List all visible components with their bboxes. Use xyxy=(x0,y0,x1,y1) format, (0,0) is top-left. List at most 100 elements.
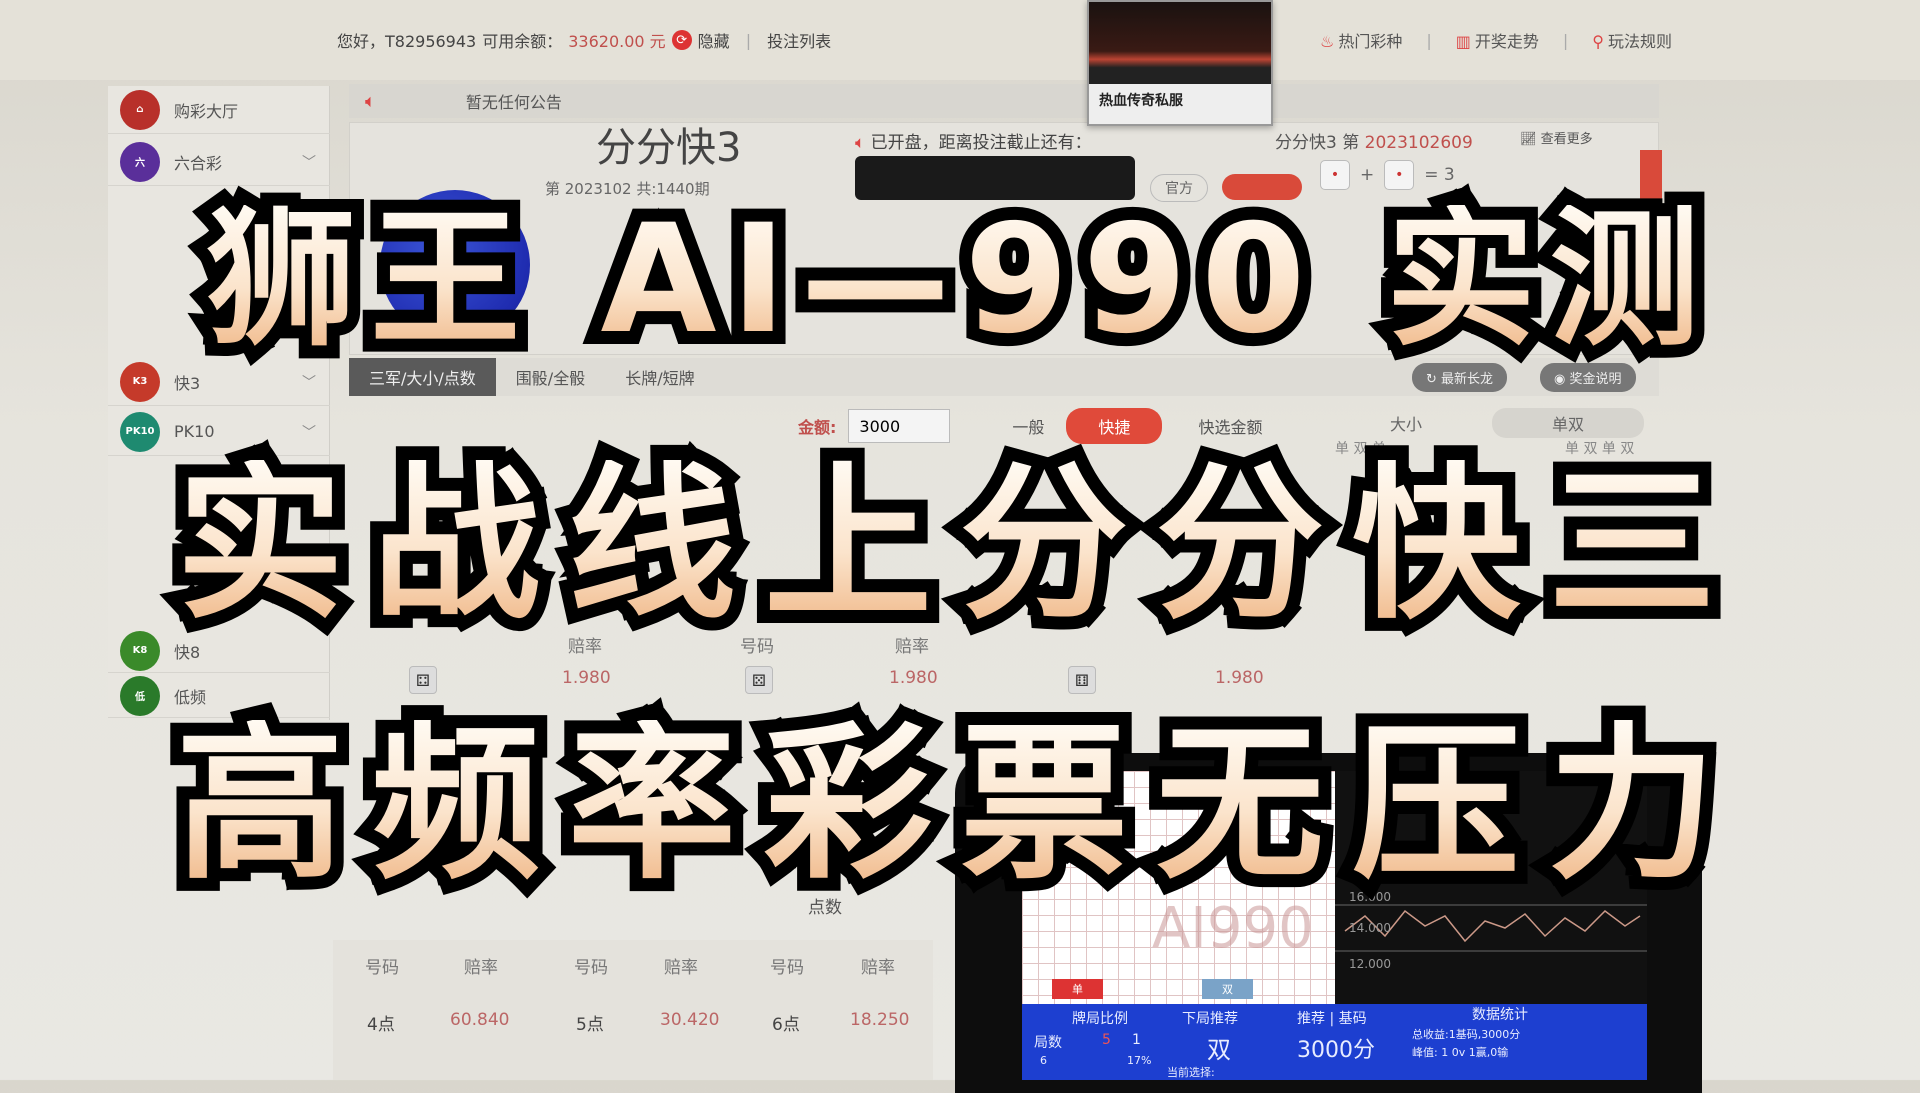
greeting: 您好，T82956943 xyxy=(337,32,477,51)
divider: | xyxy=(1426,30,1432,50)
point-label[interactable]: 4点 xyxy=(367,1010,395,1035)
sidebar-item-label: 快3 xyxy=(174,373,201,393)
normal-mode[interactable]: 一般 xyxy=(1012,414,1044,438)
odds-value[interactable]: 1.980 xyxy=(1215,668,1264,688)
kuai8-icon: K8 xyxy=(120,630,160,671)
speaker-icon: 🔈︎ xyxy=(365,90,376,112)
refresh-icon[interactable]: ⟳ xyxy=(671,30,692,50)
title-text: 狮王 AI—990 实测 xyxy=(206,193,1714,367)
nav-label: 开奖走势 xyxy=(1474,32,1539,51)
current-choice: 当前选择: xyxy=(1167,1066,1215,1079)
sidebar-item-label: PK10 xyxy=(174,422,215,441)
lottery-icon: 六 xyxy=(120,141,160,182)
rec-value: 3000分 xyxy=(1297,1038,1375,1063)
balance-value: 33620.00 元 xyxy=(568,32,666,51)
amount-label: 金额: xyxy=(798,418,837,437)
sidebar-item-mark-six[interactable]: 六六合彩 ﹀ xyxy=(108,138,330,186)
nav-rules[interactable]: ⚲ 玩法规则 xyxy=(1592,28,1672,52)
chevron-down-icon: ﹀ xyxy=(302,424,316,441)
big-small-tab[interactable]: 大小 xyxy=(1390,411,1422,435)
status-text: 已开盘，距离投注截止还有： xyxy=(870,133,1092,153)
speaker-icon: 🔈︎ xyxy=(855,133,866,153)
last-label: 分分快3 第 xyxy=(1275,133,1360,153)
trend-icon: 📈︎ xyxy=(1520,132,1537,147)
stats-label: 数据统计 xyxy=(1472,1007,1528,1023)
title-line-1: 狮王 AI—990 实测 狮王 AI—990 实测 xyxy=(193,192,1714,368)
point-odds[interactable]: 60.840 xyxy=(450,1010,509,1030)
dice-icon: • xyxy=(1384,160,1415,190)
stats-bar: 牌局比例 局数 5 1 6 17% 下局推荐 双 推荐 | 基码 3000分 数… xyxy=(1022,1004,1647,1080)
nav-hot-lottery[interactable]: ♨ 热门彩种 xyxy=(1320,28,1402,52)
latest-long-button[interactable]: ↻ 最新长龙 xyxy=(1412,363,1508,392)
result-sum: = 3 xyxy=(1424,165,1455,185)
sidebar-item-label: 低频 xyxy=(174,687,207,707)
title-line-2: 实战线上分分快三 实战线上分分快三 xyxy=(163,446,1744,642)
ad-image xyxy=(1089,2,1271,84)
col-header: 号码 xyxy=(574,958,608,978)
title-line-3: 高频率彩票无压力 高频率彩票无压力 xyxy=(163,706,1744,902)
info-icon: ◉ xyxy=(1554,372,1570,387)
amount-input[interactable] xyxy=(848,409,951,443)
point-label[interactable]: 6点 xyxy=(772,1010,800,1035)
chevron-down-icon: ﹀ xyxy=(302,154,316,171)
col-header: 赔率 xyxy=(664,958,698,978)
dice-five-icon[interactable]: ⚄ xyxy=(745,666,773,694)
quick-amount[interactable]: 快选金额 xyxy=(1198,414,1262,438)
latest-long-label: 最新长龙 xyxy=(1441,372,1494,387)
sidebar-item-label: 购彩大厅 xyxy=(174,101,239,121)
odds-value[interactable]: 1.980 xyxy=(889,668,938,688)
col-header: 赔率 xyxy=(464,958,498,978)
rec-label: 推荐 | 基码 xyxy=(1297,1011,1367,1027)
col-header: 赔率 xyxy=(861,958,895,978)
sidebar-item-lobby[interactable]: ⌂ 购彩大厅 xyxy=(108,86,330,134)
points-table xyxy=(333,940,933,1080)
col-header: 号码 xyxy=(365,958,399,978)
title-text: 实战线上分分快三 xyxy=(176,446,1744,642)
pct: 17% xyxy=(1127,1054,1152,1067)
lowfreq-icon: 低 xyxy=(120,675,160,716)
draw-result: • + • = 3 xyxy=(1320,160,1455,190)
top-nav: ♨ 热门彩种 | ▥ 开奖走势 | ⚲ 玩法规则 xyxy=(1320,28,1672,52)
balance-label: 可用余额： xyxy=(482,32,563,51)
watermark: AI990 xyxy=(1152,896,1314,961)
prize-info-button[interactable]: ◉ 奖金说明 xyxy=(1540,363,1636,392)
point-odds[interactable]: 30.420 xyxy=(660,1010,719,1030)
stats-peak: 峰值: 1 0v 1赢,0输 xyxy=(1412,1046,1509,1059)
view-more-label: 查看更多 xyxy=(1540,132,1593,147)
bet-amount-row: 金额: 一般 快捷 快选金额 xyxy=(798,408,1262,444)
bet-list-link[interactable]: 投注列表 xyxy=(767,28,831,52)
countdown-status: 🔈︎ 已开盘，距离投注截止还有： xyxy=(855,128,1092,153)
k3-icon: K3 xyxy=(120,361,160,402)
location-pin-icon: ⚲ xyxy=(1592,32,1604,51)
rounds-value: 6 xyxy=(1040,1054,1047,1067)
odd-even-tab[interactable]: 单双 xyxy=(1492,408,1645,438)
dice-four-icon[interactable]: ⚃ xyxy=(409,666,437,694)
bar-chart-icon: ▥ xyxy=(1455,32,1471,51)
col-header: 号码 xyxy=(770,958,804,978)
axis-label: 14.000 xyxy=(1349,921,1391,935)
fast-mode-button[interactable]: 快捷 xyxy=(1066,408,1163,444)
point-label[interactable]: 5点 xyxy=(576,1010,604,1035)
sidebar-item-label: 六合彩 xyxy=(174,153,223,173)
even-tag: 双 xyxy=(1202,979,1253,999)
axis-label: 12.000 xyxy=(1349,957,1391,971)
view-more-link[interactable]: 📈︎ 查看更多 xyxy=(1520,128,1593,147)
title-text: 高频率彩票无压力 xyxy=(176,706,1744,902)
dice-six-icon[interactable]: ⚅ xyxy=(1068,666,1096,694)
ad-title: 热血传奇私服 xyxy=(1099,93,1183,109)
count-a: 5 xyxy=(1102,1032,1111,1048)
dice-icon: • xyxy=(1320,160,1350,190)
notice-text: 暂无任何公告 xyxy=(465,93,562,112)
odds-value[interactable]: 1.980 xyxy=(562,668,611,688)
point-odds[interactable]: 18.250 xyxy=(850,1010,909,1030)
chevron-down-icon: ﹀ xyxy=(302,374,316,391)
next-label: 下局推荐 xyxy=(1182,1011,1238,1027)
home-icon: ⌂ xyxy=(120,89,160,130)
ad-popup[interactable]: 热血传奇私服 xyxy=(1087,0,1273,126)
count-b: 1 xyxy=(1132,1032,1141,1048)
divider: | xyxy=(745,30,752,50)
rounds-label: 局数 xyxy=(1034,1035,1062,1051)
hide-balance-link[interactable]: 隐藏 xyxy=(698,28,730,52)
last-draw: 分分快3 第 2023102609 xyxy=(1275,128,1473,153)
nav-draw-trend[interactable]: ▥ 开奖走势 xyxy=(1456,28,1539,52)
